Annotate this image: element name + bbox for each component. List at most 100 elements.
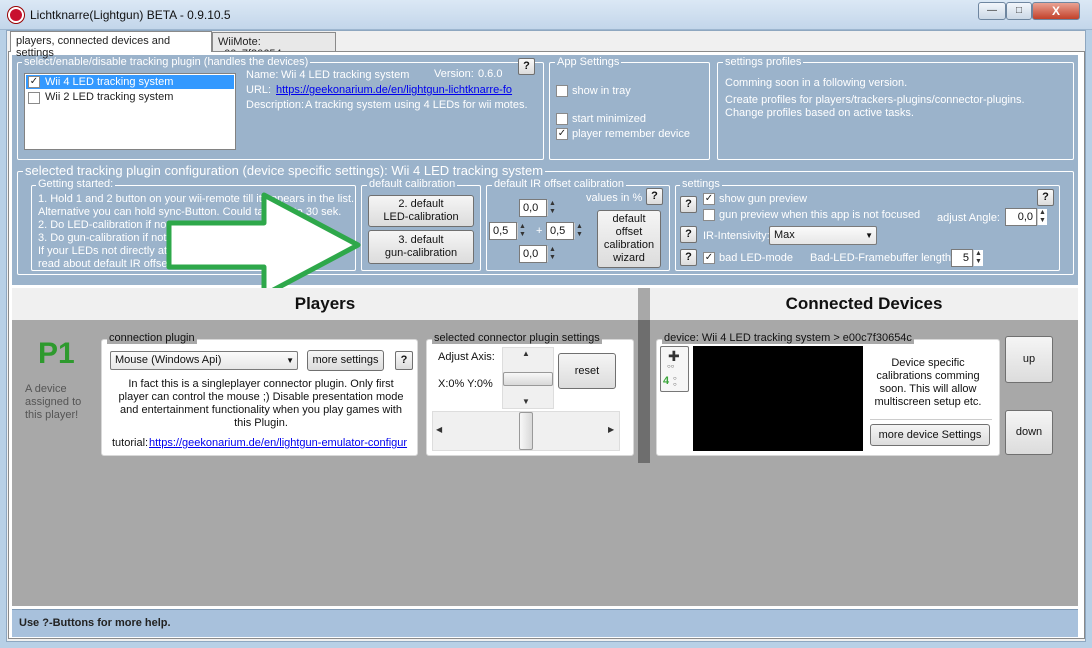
gun-calibration-line-2: gun-calibration [384, 247, 458, 259]
slider-right-icon[interactable]: ▶ [608, 425, 614, 434]
player-assigned-line-2: assigned to [25, 396, 82, 408]
player-assigned-line-3: this player! [25, 409, 79, 421]
device-specific-text: Device specific calibrations comming soo… [874, 357, 982, 408]
wiimote-leds-icon: ○ ○ [673, 376, 677, 388]
framebuffer-spinner[interactable]: ▲ ▼ [973, 250, 983, 266]
bad-led-help-button[interactable]: ? [680, 249, 697, 266]
plugin-name-label: Name: [246, 69, 279, 81]
dpad-icon: ✚ [668, 348, 680, 364]
app-settings-legend: App Settings [555, 56, 622, 68]
connector-settings-legend: selected connector plugin settings [432, 332, 602, 344]
bad-led-label[interactable]: bad LED-mode [719, 252, 793, 264]
plugin-version: 0.6.0 [478, 68, 503, 80]
app-settings-group [549, 62, 710, 160]
plugin-2led-checkbox[interactable] [28, 92, 40, 104]
show-in-tray-label[interactable]: show in tray [572, 85, 631, 97]
down-button[interactable]: down [1005, 410, 1053, 455]
header-divider [638, 288, 650, 320]
profiles-text-3: Change profiles based on active tasks. [725, 107, 914, 119]
reset-button[interactable]: reset [558, 353, 616, 389]
settings-help-button[interactable]: ? [1037, 189, 1054, 206]
ir-offset-right-input[interactable]: 0,5 [546, 222, 574, 240]
ir-offset-left-input[interactable]: 0,5 [489, 222, 517, 240]
ir-intensity-help-button[interactable]: ? [680, 226, 697, 243]
ir-intensity-label: IR-Intensivity: [703, 230, 770, 242]
connection-plugin-select[interactable]: Mouse (Windows Api) ▼ [110, 351, 298, 370]
ir-intensity-value: Max [774, 229, 795, 241]
preview-unfocused-checkbox[interactable] [703, 209, 715, 221]
device-legend: device: Wii 4 LED tracking system > e00c… [662, 332, 914, 344]
player-id: P1 [38, 337, 75, 370]
start-minimized-label[interactable]: start minimized [572, 113, 646, 125]
axis-values: X:0% Y:0% [438, 378, 493, 390]
ir-bottom-spinner[interactable]: ▲ ▼ [547, 246, 557, 262]
framebuffer-input[interactable]: 5 [951, 249, 973, 267]
bad-led-checkbox[interactable]: ✓ [703, 252, 715, 264]
plugin-url-link[interactable]: https://geekonarium.de/en/lightgun-licht… [276, 84, 512, 96]
app-icon [8, 7, 24, 23]
window-title: Lichtknarre(Lightgun) BETA - 0.9.10.5 [30, 8, 231, 22]
show-gun-preview-label[interactable]: show gun preview [719, 193, 807, 205]
ir-offset-help-button[interactable]: ? [646, 188, 663, 205]
adjust-angle-input[interactable]: 0,0 [1005, 208, 1037, 226]
led-calibration-button[interactable]: 2. default LED-calibration [368, 195, 474, 227]
ir-values-label: values in % [586, 192, 643, 204]
slider-up-icon[interactable]: ▲ [522, 349, 530, 358]
connection-help-button[interactable]: ? [395, 351, 413, 370]
more-settings-button[interactable]: more settings [307, 350, 384, 371]
connection-plugin-desc: In fact this is a singleplayer connector… [118, 378, 404, 429]
offset-wizard-line-4: wizard [613, 252, 645, 264]
tab-players-devices[interactable]: players, connected devices and settings [10, 31, 212, 59]
plugin-4led-label[interactable]: Wii 4 LED tracking system [45, 76, 173, 88]
close-button[interactable]: X [1032, 2, 1080, 20]
remember-device-checkbox[interactable]: ✓ [556, 128, 568, 140]
connection-plugin-value: Mouse (Windows Api) [115, 354, 222, 366]
player-assigned-line-1: A device [25, 383, 67, 395]
chevron-down-icon: ▼ [286, 356, 294, 365]
remember-device-label[interactable]: player remember device [572, 128, 690, 140]
gun-calibration-button[interactable]: 3. default gun-calibration [368, 230, 474, 264]
device-divider [870, 419, 992, 420]
adjust-angle-label: adjust Angle: [937, 212, 1000, 224]
getting-started-line-6: read about default IR offset [38, 258, 171, 270]
device-settings-legend: settings [680, 178, 722, 190]
adjust-axis-label: Adjust Axis: [438, 351, 495, 363]
ir-offset-bottom-input[interactable]: 0,0 [519, 245, 547, 263]
players-header: Players [12, 288, 638, 320]
show-gun-preview-checkbox[interactable]: ✓ [703, 193, 715, 205]
preview-help-button[interactable]: ? [680, 196, 697, 213]
wiimote-led-number: 4 [663, 375, 670, 387]
ir-offset-top-input[interactable]: 0,0 [519, 199, 547, 217]
horizontal-slider-thumb[interactable] [519, 412, 533, 450]
tab-wiimote[interactable]: WiiMote: e00c7f30654c [212, 32, 336, 60]
slider-down-icon[interactable]: ▼ [522, 397, 530, 406]
tutorial-link[interactable]: https://geekonarium.de/en/lightgun-emula… [149, 437, 407, 449]
tutorial-label: tutorial: [112, 437, 149, 449]
preview-unfocused-label[interactable]: gun preview when this app is not focused [719, 209, 920, 221]
main-splitter[interactable] [638, 320, 650, 463]
offset-wizard-button[interactable]: default offset calibration wizard [597, 210, 661, 268]
up-button[interactable]: up [1005, 336, 1053, 383]
plugin-help-button[interactable]: ? [518, 58, 535, 75]
gun-preview-screen [693, 346, 863, 451]
plugin-version-label: Version: [434, 68, 474, 80]
vertical-slider-thumb[interactable] [503, 372, 553, 386]
plugin-desc: A tracking system using 4 LEDs for wii m… [305, 99, 528, 111]
ir-intensity-select[interactable]: Max ▼ [769, 226, 877, 245]
offset-wizard-line-3: calibration [603, 239, 655, 251]
ir-right-spinner[interactable]: ▲ ▼ [574, 223, 584, 239]
plugin-4led-checkbox[interactable]: ✓ [28, 76, 40, 88]
plugin-2led-label[interactable]: Wii 2 LED tracking system [45, 91, 173, 103]
more-device-settings-button[interactable]: more device Settings [870, 424, 990, 446]
show-in-tray-checkbox[interactable] [556, 85, 568, 97]
getting-started-line-5: If your LEDs not directly at th [38, 245, 180, 257]
slider-left-icon[interactable]: ◀ [436, 425, 442, 434]
maximize-button[interactable]: □ [1006, 2, 1032, 20]
minimize-button[interactable]: — [978, 2, 1006, 20]
ir-offset-plus: + [536, 225, 543, 237]
adjust-angle-spinner[interactable]: ▲ ▼ [1037, 209, 1047, 225]
plugin-desc-label: Description: [246, 99, 305, 111]
ir-left-spinner[interactable]: ▲ ▼ [517, 223, 527, 239]
start-minimized-checkbox[interactable] [556, 113, 568, 125]
ir-top-spinner[interactable]: ▲ ▼ [547, 200, 557, 216]
